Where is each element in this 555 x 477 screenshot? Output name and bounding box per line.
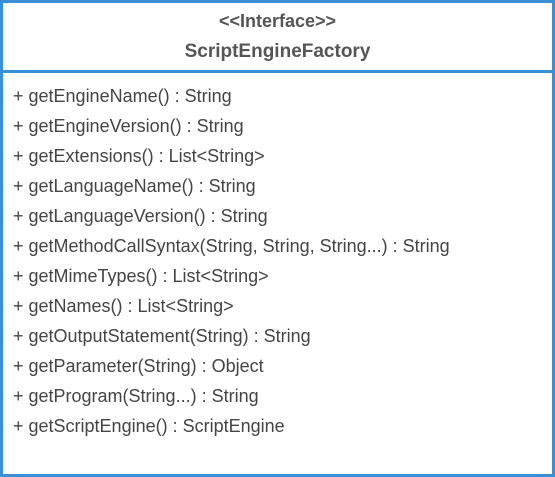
operation-get-language-name: + getLanguageName() : String — [13, 176, 256, 196]
operation-get-names: + getNames() : List<String> — [13, 296, 234, 316]
operation-get-mime-types: + getMimeTypes() : List<String> — [13, 266, 269, 286]
operation-get-extensions: + getExtensions() : List<String> — [13, 146, 265, 166]
operation-get-program: + getProgram(String...) : String — [13, 386, 259, 406]
operation-get-script-engine: + getScriptEngine() : ScriptEngine — [13, 416, 285, 436]
class-header: <<Interface>> ScriptEngineFactory — [3, 3, 552, 73]
class-name: ScriptEngineFactory — [184, 41, 371, 62]
class-stereotype: <<Interface>> — [218, 11, 337, 31]
operation-get-method-call-syntax: + getMethodCallSyntax(String, String, St… — [13, 236, 450, 256]
uml-class-box: <<Interface>> ScriptEngineFactory + getE… — [0, 0, 555, 477]
operations-compartment: + getEngineName() : String + getEngineVe… — [13, 83, 450, 443]
operation-get-language-version: + getLanguageVersion() : String — [13, 206, 268, 226]
operation-get-engine-name: + getEngineName() : String — [13, 86, 232, 106]
operation-get-engine-version: + getEngineVersion() : String — [13, 116, 244, 136]
operation-get-output-statement: + getOutputStatement(String) : String — [13, 326, 311, 346]
operation-get-parameter: + getParameter(String) : Object — [13, 356, 264, 376]
